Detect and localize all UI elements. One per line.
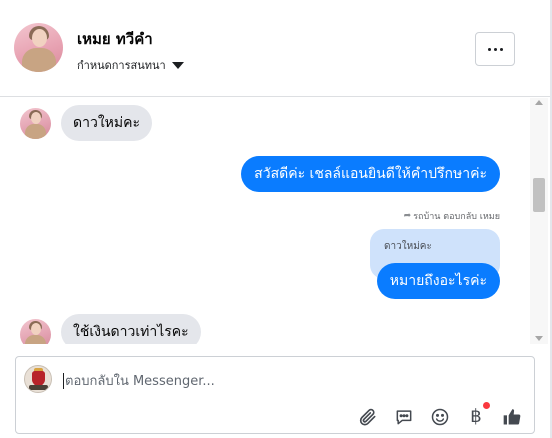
reply-meta-text: รถบ้าน ตอบกลับ เหมย <box>413 212 500 222</box>
reply-indicator: ➦ รถบ้าน ตอบกลับ เหมย <box>404 209 500 223</box>
reply-input[interactable] <box>65 371 505 391</box>
scroll-down-icon[interactable] <box>535 336 543 341</box>
message-outgoing[interactable]: หมายถึงอะไรค่ะ <box>376 263 500 299</box>
baht-icon[interactable]: ฿ <box>465 406 487 428</box>
message-incoming[interactable]: ใช้เงินดาวเท่าไรคะ <box>61 314 201 344</box>
contact-avatar[interactable] <box>14 23 63 72</box>
message-outgoing[interactable]: สวัสดีค่ะ เชลล์แอนยินดีให้คำปรึกษาค่ะ <box>241 156 500 192</box>
scroll-up-icon[interactable] <box>535 100 543 105</box>
schedule-dropdown[interactable]: กำหนดการสนทนา <box>77 56 184 74</box>
page-avatar <box>24 365 52 393</box>
emoji-icon[interactable] <box>429 406 451 428</box>
more-dots-icon <box>487 47 491 51</box>
message-list: ดาวใหม่คะ สวัสดีค่ะ เชลล์แอนยินดีให้คำปร… <box>0 98 550 344</box>
chat-bubble-icon[interactable] <box>393 406 415 428</box>
schedule-label: กำหนดการสนทนา <box>77 59 166 72</box>
scrollbar-thumb[interactable] <box>533 178 545 212</box>
conversation-header: เหมย ทวีคำ กำหนดการสนทนา <box>0 0 550 97</box>
scrollbar[interactable] <box>530 98 548 344</box>
message-composer: ฿ <box>15 356 535 434</box>
reply-arrow-icon: ➦ <box>403 211 412 221</box>
notification-dot <box>483 402 490 409</box>
like-icon[interactable] <box>501 406 523 428</box>
message-incoming[interactable]: ดาวใหม่คะ <box>61 105 152 141</box>
contact-name[interactable]: เหมย ทวีคำ <box>77 27 153 51</box>
conversation-panel: เหมย ทวีคำ กำหนดการสนทนา ดาวใหม่คะ สวัสด… <box>0 0 552 438</box>
more-options-button[interactable] <box>475 32 515 66</box>
caret-down-icon <box>171 61 184 69</box>
attach-icon[interactable] <box>357 406 379 428</box>
text-cursor <box>63 373 64 389</box>
sender-avatar[interactable] <box>20 108 51 139</box>
sender-avatar[interactable] <box>20 319 51 344</box>
